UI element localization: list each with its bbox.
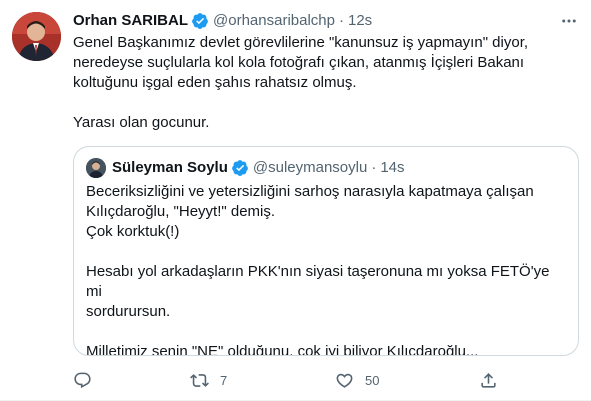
quoted-author-avatar	[86, 158, 106, 178]
share-icon	[479, 371, 498, 390]
author-display-name[interactable]: Orhan SARIBAL	[73, 11, 188, 31]
quoted-author-display-name: Süleyman Soylu	[112, 159, 228, 176]
quoted-text-line: sordurursun.	[86, 303, 171, 320]
more-options-icon[interactable]	[556, 8, 582, 34]
quoted-text-line: Beceriksizliğini ve yetersizliğini sarho…	[86, 183, 534, 200]
retweet-icon	[190, 371, 209, 390]
quoted-tweet-timestamp: 14s	[380, 159, 405, 176]
heart-icon	[335, 371, 354, 390]
verified-badge-icon	[231, 159, 249, 177]
tweet-text-line: Yarası olan gocunur.	[73, 114, 210, 131]
tweet-action-bar: 7 50	[73, 366, 503, 394]
share-button[interactable]	[479, 366, 509, 394]
retweet-count: 7	[220, 372, 228, 388]
retweet-button[interactable]: 7	[190, 366, 227, 394]
tweet-timestamp[interactable]: 12s	[348, 11, 372, 31]
reply-button[interactable]	[73, 366, 103, 394]
tweet-header: Orhan SARIBAL @orhansaribalchp · 12s	[73, 11, 372, 31]
like-button[interactable]: 50	[335, 366, 379, 394]
tweet-text-line: koltuğunu işgal eden şahıs rahatsız olmu…	[73, 74, 357, 91]
quoted-author-handle: @suleymansoylu	[252, 159, 368, 176]
quoted-tweet-text: Beceriksizliğini ve yetersizliğini sarho…	[86, 182, 566, 356]
quoted-tweet-header: Süleyman Soylu @suleymansoylu · 14s	[86, 158, 405, 178]
tweet-text-line: Genel Başkanımız devlet görevlilerine "k…	[73, 34, 529, 51]
tweet[interactable]: Orhan SARIBAL @orhansaribalchp · 12s Gen…	[0, 0, 591, 401]
quoted-tweet-card[interactable]: Süleyman Soylu @suleymansoylu · 14s Bece…	[73, 146, 579, 356]
quoted-text-line: Milletimiz senin "NE" olduğunu, çok iyi …	[86, 343, 479, 356]
quoted-text-line: Çok korktuk(!)	[86, 223, 180, 240]
tweet-text: Genel Başkanımız devlet görevlilerine "k…	[73, 33, 563, 133]
separator-dot: ·	[371, 159, 377, 176]
quoted-text-line: Kılıçdaroğlu, "Heyyt!" demiş.	[86, 203, 276, 220]
author-handle[interactable]: @orhansaribalchp	[213, 11, 335, 31]
verified-badge-icon	[191, 12, 209, 30]
quoted-text-line: Hesabı yol arkadaşların PKK'nın siyasi t…	[86, 263, 550, 300]
reply-icon	[73, 371, 92, 390]
author-avatar[interactable]	[12, 12, 61, 61]
like-count: 50	[365, 372, 380, 388]
separator-dot: ·	[338, 12, 344, 29]
tweet-text-line: neredeyse suçlularla kol kola fotoğrafı …	[73, 54, 525, 71]
avatar-image	[12, 12, 61, 61]
